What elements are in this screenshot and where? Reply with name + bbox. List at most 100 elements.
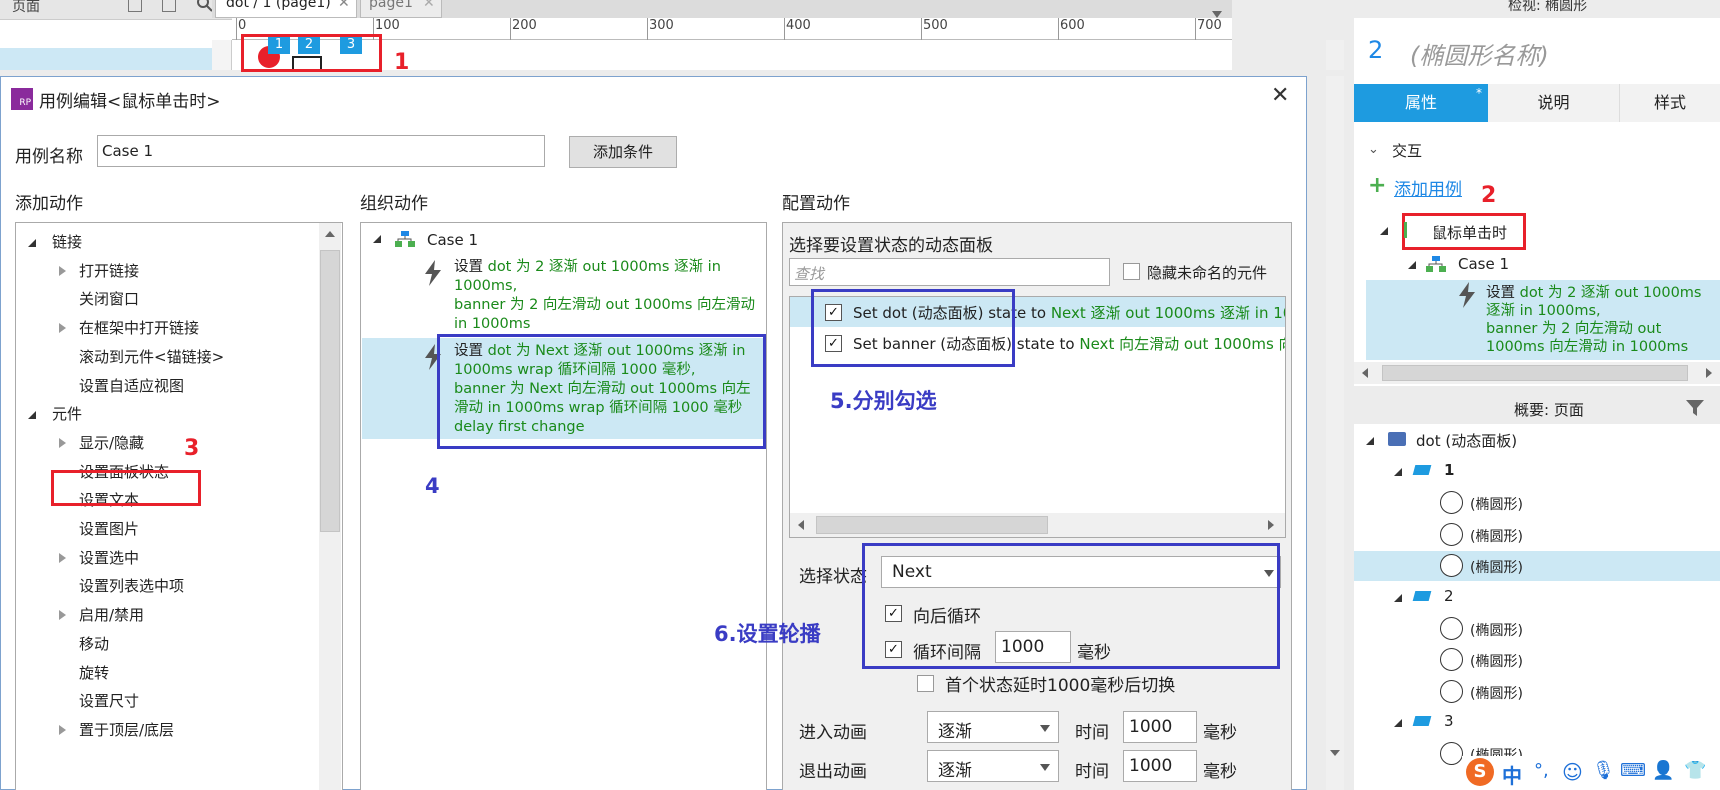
action-item-1[interactable]: 设置 dot 为 2 逐渐 out 1000ms 逐渐 in 1000ms, b…	[362, 254, 765, 334]
inspector-hscrollbar[interactable]	[1354, 362, 1720, 384]
exit-anim-dropdown[interactable]: 逐渐	[927, 750, 1059, 782]
hide-unnamed-checkbox[interactable]	[1123, 263, 1140, 280]
expand-icon[interactable]	[59, 610, 66, 621]
action-list-item[interactable]: 旋转	[16, 658, 316, 686]
enter-anim-dropdown[interactable]: 逐渐	[927, 711, 1059, 743]
outline-root[interactable]: dot (动态面板)	[1354, 426, 1720, 454]
scroll-thumb[interactable]	[1382, 365, 1688, 381]
collapse-icon[interactable]	[1366, 437, 1374, 445]
actions-scrollbar[interactable]	[319, 223, 341, 790]
action-list-item[interactable]: 打开链接	[16, 256, 316, 284]
first-delay-checkbox[interactable]	[917, 675, 934, 692]
action-list-item[interactable]: 设置图片	[16, 514, 316, 542]
chevron-down-icon[interactable]: ⌄	[1368, 142, 1379, 157]
collapse-icon[interactable]	[28, 239, 36, 247]
tab-notes[interactable]: 说明	[1488, 84, 1620, 122]
expand-icon[interactable]	[59, 265, 66, 276]
emoji-icon[interactable]: ☺	[1562, 760, 1583, 784]
action-list-item[interactable]: 链接	[16, 227, 316, 255]
expand-icon[interactable]	[59, 552, 66, 563]
action-detail: dot 为 2 逐渐 out 1000ms 逐渐 in 1000ms, bann…	[1486, 285, 1702, 355]
design-canvas[interactable]	[232, 40, 1232, 70]
outline-state[interactable]: 1	[1354, 457, 1720, 485]
action-text-1: 设置 dot 为 2 逐渐 out 1000ms 逐渐 in 1000ms, b…	[454, 258, 759, 334]
ime-language[interactable]: 中	[1502, 760, 1522, 789]
shape-name-input[interactable]: (椭圆形名称)	[1410, 36, 1549, 71]
expand-icon[interactable]	[59, 437, 66, 448]
keyboard-icon[interactable]: ⌨	[1620, 760, 1646, 781]
expand-icon[interactable]	[59, 724, 66, 735]
outline-shape[interactable]: (椭圆形)	[1354, 677, 1720, 707]
panel-list-hscrollbar[interactable]	[790, 513, 1285, 537]
outline-shape[interactable]: (椭圆形)	[1354, 551, 1720, 581]
panel-search-input[interactable]: 查找	[789, 258, 1110, 286]
collapse-icon[interactable]	[1394, 719, 1402, 727]
action-list-item[interactable]: 在框架中打开链接	[16, 313, 316, 341]
collapse-icon[interactable]	[1394, 468, 1402, 476]
scroll-right-icon[interactable]	[1706, 368, 1712, 378]
tab-page1[interactable]: page1 ✕	[360, 0, 442, 18]
action-label: 滚动到元件<锚链接>	[79, 347, 225, 366]
outline-shape[interactable]: (椭圆形)	[1354, 520, 1720, 550]
shape-label: (椭圆形)	[1470, 528, 1523, 545]
outline-state[interactable]: 3	[1354, 708, 1720, 736]
action-list-item[interactable]: 设置自适应视图	[16, 371, 316, 399]
tab-properties[interactable]: 属性 *	[1354, 84, 1488, 122]
outline-shape[interactable]: (椭圆形)	[1354, 645, 1720, 675]
collapse-icon[interactable]	[1408, 261, 1416, 269]
canvas-vscrollbar[interactable]	[1326, 76, 1344, 790]
action-list-item[interactable]: 设置选中	[16, 543, 316, 571]
case-name-input[interactable]: Case 1	[97, 135, 545, 167]
action-list-item[interactable]: 移动	[16, 629, 316, 657]
ruler-label: 100	[375, 18, 400, 33]
selected-page-row[interactable]	[0, 48, 212, 70]
scroll-up-icon[interactable]	[325, 231, 335, 237]
collapse-icon[interactable]	[1380, 227, 1388, 235]
add-case-link[interactable]: 添加用例	[1394, 175, 1462, 200]
action-list-item[interactable]: 启用/禁用	[16, 600, 316, 628]
action-list-item[interactable]: 置于顶层/底层	[16, 715, 316, 743]
user-icon[interactable]: 👤	[1652, 760, 1674, 781]
add-folder-icon[interactable]	[162, 0, 176, 12]
close-tab-icon[interactable]: ✕	[423, 0, 435, 11]
scroll-left-icon[interactable]	[798, 520, 804, 530]
inspector-action-item[interactable]: 设置 dot 为 2 逐渐 out 1000ms 逐渐 in 1000ms, b…	[1366, 280, 1720, 360]
expand-icon[interactable]	[59, 323, 66, 334]
outline-shape[interactable]: (椭圆形)	[1354, 614, 1720, 644]
action-list-item[interactable]: 元件	[16, 399, 316, 427]
scroll-right-icon[interactable]	[1268, 520, 1274, 530]
filter-icon[interactable]	[1686, 400, 1704, 416]
action-list-item[interactable]: 设置列表选中项	[16, 571, 316, 599]
action-list-item[interactable]: 显示/隐藏	[16, 428, 316, 456]
action-list-item[interactable]: 设置尺寸	[16, 686, 316, 714]
outline-state[interactable]: 2	[1354, 583, 1720, 611]
tab-dot-page1[interactable]: dot / 1 (page1) ✕	[215, 0, 357, 18]
close-tab-icon[interactable]: ✕	[338, 0, 350, 11]
collapse-icon[interactable]	[373, 235, 381, 243]
tab-style[interactable]: 样式	[1620, 84, 1720, 122]
add-page-icon[interactable]	[128, 0, 142, 12]
scroll-down-icon[interactable]	[1330, 750, 1340, 756]
action-label: 设置自适应视图	[79, 376, 185, 395]
enter-time-input[interactable]: 1000	[1123, 711, 1197, 743]
scroll-thumb[interactable]	[816, 516, 1048, 534]
plus-icon[interactable]: +	[1368, 175, 1386, 197]
collapse-icon[interactable]	[1394, 593, 1402, 602]
action-label: 在框架中打开链接	[79, 319, 200, 338]
sogou-logo-icon[interactable]: S	[1466, 758, 1494, 786]
canvas-scrollbar[interactable]	[1326, 40, 1344, 70]
outline-shape[interactable]: (椭圆形)	[1354, 488, 1720, 518]
punctuation-icon[interactable]: °,	[1534, 760, 1549, 781]
exit-time-input[interactable]: 1000	[1123, 750, 1197, 782]
action-list-item[interactable]: 关闭窗口	[16, 284, 316, 312]
search-icon[interactable]	[197, 0, 213, 12]
dialog-close-icon[interactable]: ✕	[1271, 83, 1289, 108]
scroll-thumb[interactable]	[320, 250, 340, 532]
shirt-icon[interactable]: 👕	[1684, 760, 1706, 781]
collapse-icon[interactable]	[28, 411, 36, 420]
hide-unnamed-label: 隐藏未命名的元件	[1147, 264, 1268, 282]
scroll-left-icon[interactable]	[1362, 368, 1368, 378]
microphone-icon[interactable]: 🎙	[1592, 760, 1615, 781]
action-list-item[interactable]: 滚动到元件<锚链接>	[16, 342, 316, 370]
add-condition-button[interactable]: 添加条件	[569, 136, 677, 168]
